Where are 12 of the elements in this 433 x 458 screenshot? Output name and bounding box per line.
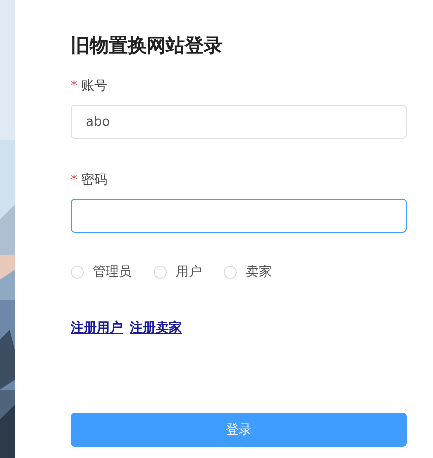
password-field[interactable] xyxy=(71,199,407,233)
role-radio[interactable]: 卖家 xyxy=(224,263,272,281)
register-link[interactable]: 注册卖家 xyxy=(130,319,182,337)
register-link[interactable]: 注册用户 xyxy=(71,319,123,337)
role-radio[interactable]: 用户 xyxy=(154,263,202,281)
required-mark: * xyxy=(71,78,78,94)
field-label: 密码 xyxy=(82,172,108,189)
form-title: 旧物置换网站登录 xyxy=(71,34,224,59)
field-label: 账号 xyxy=(82,78,108,95)
role-radio[interactable]: 管理员 xyxy=(71,263,132,281)
account-field[interactable]: abo xyxy=(71,105,407,139)
required-mark: * xyxy=(71,172,78,188)
